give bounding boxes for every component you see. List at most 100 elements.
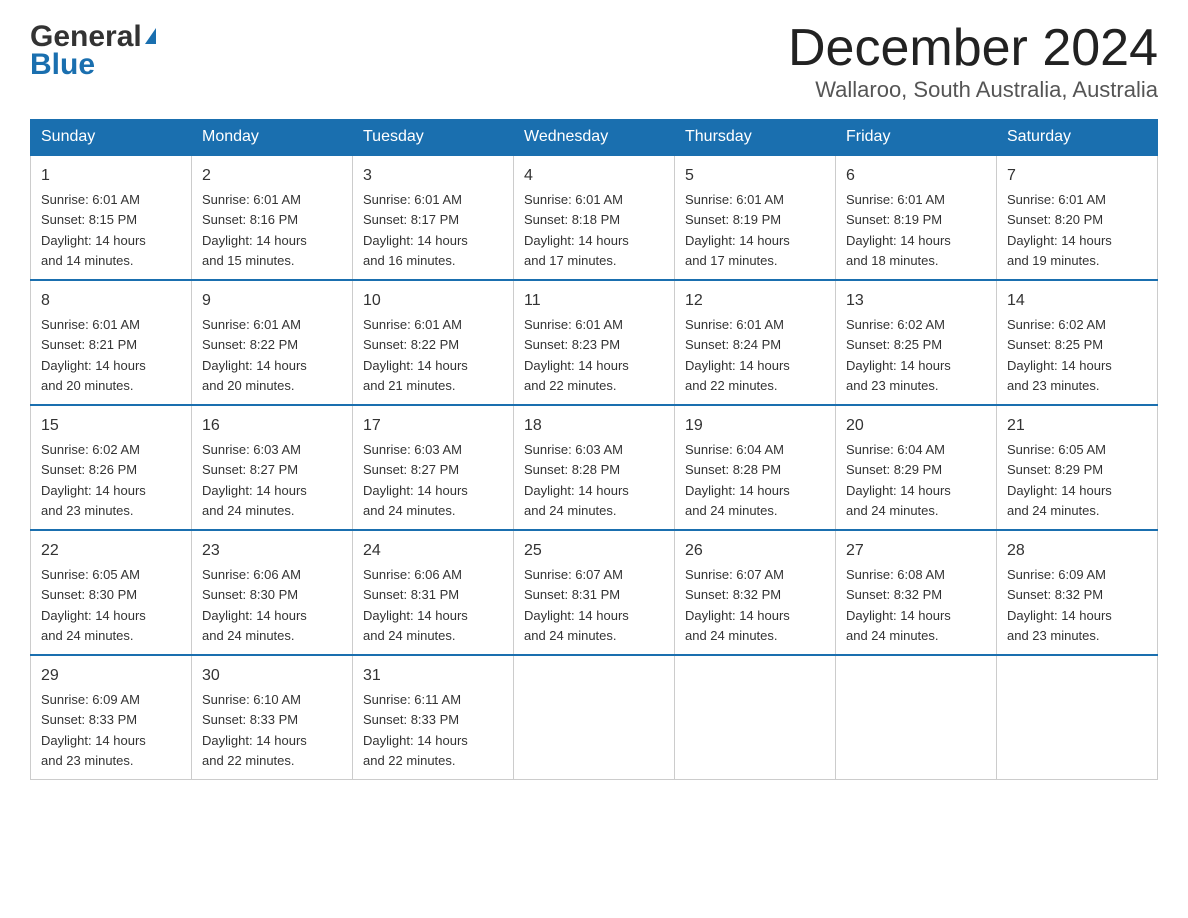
calendar-cell: 1 Sunrise: 6:01 AMSunset: 8:15 PMDayligh…: [31, 155, 192, 280]
day-number: 8: [41, 289, 181, 313]
day-number: 20: [846, 414, 986, 438]
day-number: 29: [41, 664, 181, 688]
day-info: Sunrise: 6:09 AMSunset: 8:33 PMDaylight:…: [41, 692, 146, 768]
day-number: 15: [41, 414, 181, 438]
day-info: Sunrise: 6:04 AMSunset: 8:28 PMDaylight:…: [685, 442, 790, 518]
calendar-cell: 4 Sunrise: 6:01 AMSunset: 8:18 PMDayligh…: [514, 155, 675, 280]
day-info: Sunrise: 6:01 AMSunset: 8:22 PMDaylight:…: [363, 317, 468, 393]
header-row: SundayMondayTuesdayWednesdayThursdayFrid…: [31, 120, 1158, 156]
day-info: Sunrise: 6:01 AMSunset: 8:18 PMDaylight:…: [524, 192, 629, 268]
header-saturday: Saturday: [997, 120, 1158, 156]
day-number: 27: [846, 539, 986, 563]
calendar-cell: 18 Sunrise: 6:03 AMSunset: 8:28 PMDaylig…: [514, 405, 675, 530]
calendar-cell: 24 Sunrise: 6:06 AMSunset: 8:31 PMDaylig…: [353, 530, 514, 655]
day-info: Sunrise: 6:01 AMSunset: 8:24 PMDaylight:…: [685, 317, 790, 393]
day-info: Sunrise: 6:02 AMSunset: 8:25 PMDaylight:…: [1007, 317, 1112, 393]
calendar-cell: 29 Sunrise: 6:09 AMSunset: 8:33 PMDaylig…: [31, 655, 192, 780]
day-info: Sunrise: 6:01 AMSunset: 8:23 PMDaylight:…: [524, 317, 629, 393]
day-number: 22: [41, 539, 181, 563]
day-info: Sunrise: 6:10 AMSunset: 8:33 PMDaylight:…: [202, 692, 307, 768]
day-info: Sunrise: 6:05 AMSunset: 8:29 PMDaylight:…: [1007, 442, 1112, 518]
location-subtitle: Wallaroo, South Australia, Australia: [788, 77, 1158, 103]
day-number: 26: [685, 539, 825, 563]
calendar-cell: 30 Sunrise: 6:10 AMSunset: 8:33 PMDaylig…: [192, 655, 353, 780]
week-row-5: 29 Sunrise: 6:09 AMSunset: 8:33 PMDaylig…: [31, 655, 1158, 780]
day-info: Sunrise: 6:07 AMSunset: 8:32 PMDaylight:…: [685, 567, 790, 643]
calendar-cell: 7 Sunrise: 6:01 AMSunset: 8:20 PMDayligh…: [997, 155, 1158, 280]
day-number: 7: [1007, 164, 1147, 188]
day-number: 14: [1007, 289, 1147, 313]
day-info: Sunrise: 6:05 AMSunset: 8:30 PMDaylight:…: [41, 567, 146, 643]
day-number: 12: [685, 289, 825, 313]
day-number: 2: [202, 164, 342, 188]
day-number: 4: [524, 164, 664, 188]
month-title: December 2024: [788, 20, 1158, 77]
header-thursday: Thursday: [675, 120, 836, 156]
day-number: 24: [363, 539, 503, 563]
calendar-cell: 22 Sunrise: 6:05 AMSunset: 8:30 PMDaylig…: [31, 530, 192, 655]
day-number: 25: [524, 539, 664, 563]
day-number: 1: [41, 164, 181, 188]
day-number: 17: [363, 414, 503, 438]
day-number: 16: [202, 414, 342, 438]
week-row-1: 1 Sunrise: 6:01 AMSunset: 8:15 PMDayligh…: [31, 155, 1158, 280]
day-number: 28: [1007, 539, 1147, 563]
calendar-cell: [514, 655, 675, 780]
calendar-cell: [675, 655, 836, 780]
logo-triangle-icon: [145, 28, 156, 44]
calendar-cell: 20 Sunrise: 6:04 AMSunset: 8:29 PMDaylig…: [836, 405, 997, 530]
day-info: Sunrise: 6:01 AMSunset: 8:19 PMDaylight:…: [846, 192, 951, 268]
calendar-cell: 14 Sunrise: 6:02 AMSunset: 8:25 PMDaylig…: [997, 280, 1158, 405]
week-row-2: 8 Sunrise: 6:01 AMSunset: 8:21 PMDayligh…: [31, 280, 1158, 405]
calendar-cell: 21 Sunrise: 6:05 AMSunset: 8:29 PMDaylig…: [997, 405, 1158, 530]
day-number: 21: [1007, 414, 1147, 438]
logo-area: General Blue: [30, 20, 156, 80]
day-info: Sunrise: 6:03 AMSunset: 8:27 PMDaylight:…: [363, 442, 468, 518]
calendar-cell: 15 Sunrise: 6:02 AMSunset: 8:26 PMDaylig…: [31, 405, 192, 530]
calendar-cell: 13 Sunrise: 6:02 AMSunset: 8:25 PMDaylig…: [836, 280, 997, 405]
day-info: Sunrise: 6:03 AMSunset: 8:27 PMDaylight:…: [202, 442, 307, 518]
day-info: Sunrise: 6:06 AMSunset: 8:31 PMDaylight:…: [363, 567, 468, 643]
week-row-4: 22 Sunrise: 6:05 AMSunset: 8:30 PMDaylig…: [31, 530, 1158, 655]
header-wednesday: Wednesday: [514, 120, 675, 156]
day-number: 6: [846, 164, 986, 188]
day-info: Sunrise: 6:01 AMSunset: 8:15 PMDaylight:…: [41, 192, 146, 268]
calendar-cell: 8 Sunrise: 6:01 AMSunset: 8:21 PMDayligh…: [31, 280, 192, 405]
day-number: 9: [202, 289, 342, 313]
day-info: Sunrise: 6:01 AMSunset: 8:16 PMDaylight:…: [202, 192, 307, 268]
day-info: Sunrise: 6:01 AMSunset: 8:17 PMDaylight:…: [363, 192, 468, 268]
calendar-cell: 10 Sunrise: 6:01 AMSunset: 8:22 PMDaylig…: [353, 280, 514, 405]
day-info: Sunrise: 6:11 AMSunset: 8:33 PMDaylight:…: [363, 692, 468, 768]
calendar-cell: 9 Sunrise: 6:01 AMSunset: 8:22 PMDayligh…: [192, 280, 353, 405]
calendar-cell: 31 Sunrise: 6:11 AMSunset: 8:33 PMDaylig…: [353, 655, 514, 780]
calendar-cell: 12 Sunrise: 6:01 AMSunset: 8:24 PMDaylig…: [675, 280, 836, 405]
calendar-cell: 3 Sunrise: 6:01 AMSunset: 8:17 PMDayligh…: [353, 155, 514, 280]
day-number: 19: [685, 414, 825, 438]
header-monday: Monday: [192, 120, 353, 156]
calendar-cell: 19 Sunrise: 6:04 AMSunset: 8:28 PMDaylig…: [675, 405, 836, 530]
day-number: 18: [524, 414, 664, 438]
calendar-cell: [836, 655, 997, 780]
day-info: Sunrise: 6:03 AMSunset: 8:28 PMDaylight:…: [524, 442, 629, 518]
header-friday: Friday: [836, 120, 997, 156]
calendar-cell: 27 Sunrise: 6:08 AMSunset: 8:32 PMDaylig…: [836, 530, 997, 655]
day-number: 30: [202, 664, 342, 688]
day-info: Sunrise: 6:02 AMSunset: 8:26 PMDaylight:…: [41, 442, 146, 518]
day-info: Sunrise: 6:01 AMSunset: 8:19 PMDaylight:…: [685, 192, 790, 268]
calendar-cell: 2 Sunrise: 6:01 AMSunset: 8:16 PMDayligh…: [192, 155, 353, 280]
logo-blue-text: Blue: [30, 50, 95, 80]
calendar-cell: 11 Sunrise: 6:01 AMSunset: 8:23 PMDaylig…: [514, 280, 675, 405]
title-area: December 2024 Wallaroo, South Australia,…: [788, 20, 1158, 103]
calendar-cell: 6 Sunrise: 6:01 AMSunset: 8:19 PMDayligh…: [836, 155, 997, 280]
day-info: Sunrise: 6:02 AMSunset: 8:25 PMDaylight:…: [846, 317, 951, 393]
calendar-cell: 16 Sunrise: 6:03 AMSunset: 8:27 PMDaylig…: [192, 405, 353, 530]
week-row-3: 15 Sunrise: 6:02 AMSunset: 8:26 PMDaylig…: [31, 405, 1158, 530]
calendar-table: SundayMondayTuesdayWednesdayThursdayFrid…: [30, 119, 1158, 780]
day-info: Sunrise: 6:06 AMSunset: 8:30 PMDaylight:…: [202, 567, 307, 643]
day-info: Sunrise: 6:04 AMSunset: 8:29 PMDaylight:…: [846, 442, 951, 518]
day-number: 31: [363, 664, 503, 688]
day-number: 13: [846, 289, 986, 313]
calendar-cell: 17 Sunrise: 6:03 AMSunset: 8:27 PMDaylig…: [353, 405, 514, 530]
day-info: Sunrise: 6:09 AMSunset: 8:32 PMDaylight:…: [1007, 567, 1112, 643]
calendar-cell: 23 Sunrise: 6:06 AMSunset: 8:30 PMDaylig…: [192, 530, 353, 655]
